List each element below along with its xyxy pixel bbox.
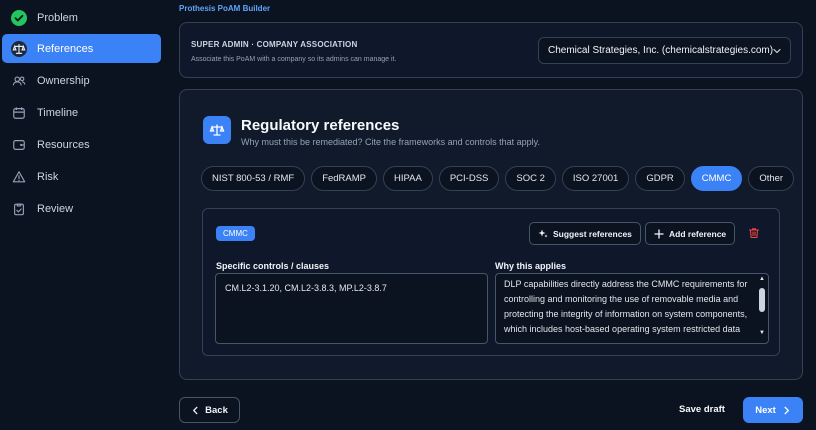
why-scrollbar[interactable]: ▲ ▼ <box>758 276 766 342</box>
sidebar-item-label: Ownership <box>37 74 90 87</box>
trash-icon[interactable] <box>748 227 760 239</box>
warning-triangle-icon <box>11 169 27 185</box>
users-icon <box>11 73 27 89</box>
sidebar-item-label: Problem <box>37 11 78 24</box>
sidebar-item-label: Timeline <box>37 106 79 119</box>
suggest-references-label: Suggest references <box>553 228 632 239</box>
back-label: Back <box>205 404 228 416</box>
regulatory-references-card: Regulatory references Why must this be r… <box>179 89 803 380</box>
next-label: Next <box>755 404 776 416</box>
check-circle-icon <box>11 9 27 26</box>
add-reference-button[interactable]: Add reference <box>645 222 736 245</box>
sidebar: Problem References Ownership Timeline Re… <box>0 0 168 430</box>
sidebar-item-ownership[interactable]: Ownership <box>2 66 161 95</box>
sidebar-item-label: References <box>37 42 94 55</box>
plus-icon <box>654 228 664 239</box>
controls-textarea[interactable]: CM.L2-3.1.20, CM.L2-3.8.3, MP.L2-3.8.7 <box>215 273 488 344</box>
scale-icon <box>203 116 231 144</box>
reference-panel: CMMC Suggest references Add reference Sp… <box>202 208 780 356</box>
chevron-left-icon <box>193 406 198 414</box>
framework-chip-fedramp[interactable]: FedRAMP <box>311 166 378 191</box>
sidebar-item-label: Risk <box>37 170 59 183</box>
add-reference-label: Add reference <box>669 228 727 239</box>
app-brand: Prothesis PoAM Builder <box>179 4 271 13</box>
why-textarea[interactable]: DLP capabilities directly address the CM… <box>495 273 769 344</box>
sidebar-item-resources[interactable]: Resources <box>2 130 161 159</box>
save-draft-button[interactable]: Save draft <box>679 404 725 415</box>
company-association-subtitle: Associate this PoAM with a company so it… <box>191 56 397 63</box>
framework-chip-other[interactable]: Other <box>748 166 795 191</box>
framework-chip-gdpr[interactable]: GDPR <box>635 166 685 191</box>
sidebar-item-risk[interactable]: Risk <box>2 162 161 191</box>
next-button[interactable]: Next <box>743 397 803 423</box>
framework-chip-cmmc[interactable]: CMMC <box>690 166 743 191</box>
framework-chip-hipaa[interactable]: HIPAA <box>383 166 433 191</box>
framework-chip-soc2[interactable]: SOC 2 <box>505 166 556 191</box>
controls-value: CM.L2-3.1.20, CM.L2-3.8.3, MP.L2-3.8.7 <box>225 283 387 293</box>
controls-label: Specific controls / clauses <box>216 261 330 271</box>
scroll-thumb[interactable] <box>759 288 765 312</box>
framework-chips: NIST 800-53 / RMF FedRAMP HIPAA PCI-DSS … <box>201 166 795 191</box>
scale-icon <box>11 40 27 57</box>
sidebar-item-review[interactable]: Review <box>2 194 161 223</box>
company-association-title: SUPER ADMIN · COMPANY ASSOCIATION <box>191 40 358 49</box>
chevron-right-icon <box>784 406 789 414</box>
why-value: DLP capabilities directly address the CM… <box>504 279 748 334</box>
framework-chip-iso27001[interactable]: ISO 27001 <box>561 166 630 191</box>
scroll-down-icon[interactable]: ▼ <box>758 330 766 336</box>
company-association-card: SUPER ADMIN · COMPANY ASSOCIATION Associ… <box>179 22 803 78</box>
company-select-value: Chemical Strategies, Inc. (chemicalstrat… <box>548 45 774 56</box>
calendar-icon <box>11 105 27 121</box>
section-subtitle: Why must this be remediated? Cite the fr… <box>241 137 540 147</box>
framework-chip-nist[interactable]: NIST 800-53 / RMF <box>201 166 306 191</box>
sidebar-item-label: Resources <box>37 138 90 151</box>
reference-framework-badge: CMMC <box>216 226 255 241</box>
scroll-up-icon[interactable]: ▲ <box>758 276 766 282</box>
sparkle-icon <box>538 229 548 237</box>
company-select[interactable]: Chemical Strategies, Inc. (chemicalstrat… <box>538 37 791 64</box>
wallet-icon <box>11 137 27 153</box>
section-title: Regulatory references <box>241 117 400 134</box>
suggest-references-button[interactable]: Suggest references <box>529 222 641 245</box>
back-button[interactable]: Back <box>179 397 240 423</box>
framework-chip-pci-dss[interactable]: PCI-DSS <box>438 166 500 191</box>
sidebar-item-label: Review <box>37 202 74 215</box>
sidebar-item-timeline[interactable]: Timeline <box>2 98 161 127</box>
sidebar-item-references[interactable]: References <box>2 34 161 63</box>
chevron-down-icon <box>773 48 781 54</box>
clipboard-check-icon <box>11 201 27 217</box>
why-label: Why this applies <box>495 261 567 271</box>
sidebar-item-problem[interactable]: Problem <box>2 3 161 32</box>
